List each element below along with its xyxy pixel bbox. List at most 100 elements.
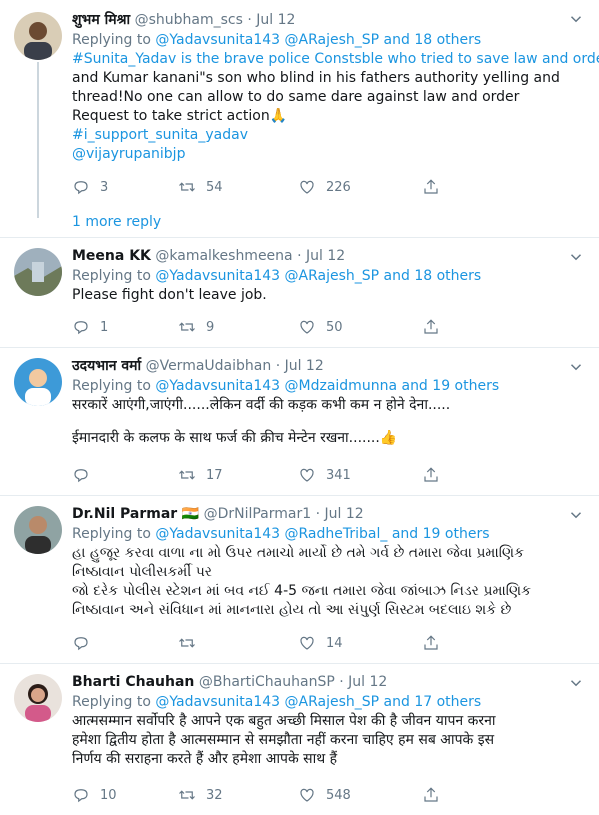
like-button[interactable]: 50: [298, 318, 343, 336]
mentioned-users[interactable]: @Yadavsunita143 @RadheTribal_: [155, 526, 387, 542]
tweet-text: હા હુજૂર કરવા વાળા ના મો ઉપર તમાચો માર્ય…: [72, 545, 532, 618]
retweet-button[interactable]: 17: [178, 466, 223, 484]
chevron-down-icon[interactable]: [567, 674, 585, 692]
mentioned-users[interactable]: @Yadavsunita143 @ARajesh_SP: [155, 32, 379, 48]
avatar[interactable]: [14, 506, 62, 554]
author-name[interactable]: शुभम मिश्रा: [72, 12, 130, 28]
tweet-date[interactable]: Jul 12: [285, 358, 324, 374]
tweet-text: #Sunita_Yadav is the brave police Consts…: [72, 51, 599, 164]
reply-icon: [74, 321, 88, 335]
thread-line: [37, 62, 39, 218]
india-flag-icon: 🇮🇳: [181, 506, 200, 522]
heart-icon: [300, 636, 314, 650]
author-handle[interactable]: @VermaUdaibhan: [146, 358, 272, 374]
avatar[interactable]: [14, 358, 62, 406]
like-count: 341: [326, 467, 351, 483]
chevron-down-icon[interactable]: [567, 248, 585, 266]
like-button[interactable]: 548: [298, 786, 351, 804]
share-button[interactable]: [422, 178, 440, 196]
like-button[interactable]: 14: [298, 634, 343, 652]
chevron-down-icon[interactable]: [567, 10, 585, 28]
others-link[interactable]: 18 others: [414, 32, 481, 48]
reply-button[interactable]: 3: [72, 178, 108, 196]
retweet-icon: [179, 470, 195, 480]
reply-button[interactable]: 10: [72, 786, 117, 804]
like-count: 548: [326, 787, 351, 803]
tweet[interactable]: Dr.Nil Parmar 🇮🇳 @DrNilParmar1 · Jul 12 …: [0, 496, 599, 664]
share-button[interactable]: [422, 786, 440, 804]
others-link[interactable]: 19 others: [423, 526, 490, 542]
author-name[interactable]: Bharti Chauhan: [72, 674, 194, 690]
reply-count: 3: [100, 179, 109, 195]
tweet-text: आत्मसम्मान सर्वोपरि है आपने एक बहुत अच्छ…: [72, 713, 496, 767]
like-button[interactable]: 226: [298, 178, 351, 196]
heart-icon: [300, 180, 314, 194]
share-icon: [424, 467, 438, 482]
author-handle[interactable]: @shubham_scs: [135, 12, 243, 28]
author-handle[interactable]: @BhartiChauhanSP: [199, 674, 335, 690]
author-handle[interactable]: @DrNilParmar1: [204, 506, 312, 522]
reply-icon: [74, 789, 88, 803]
tweet-date[interactable]: Jul 12: [256, 12, 295, 28]
tweet[interactable]: शुभम मिश्रा @shubham_scs · Jul 12 Replyi…: [0, 0, 599, 238]
tweet-text: सरकारें आएंगी,जाएंगी......लेकिन वर्दी की…: [72, 397, 451, 446]
like-count: 14: [326, 635, 343, 651]
tweet[interactable]: उदयभान वर्मा @VermaUdaibhan · Jul 12 Rep…: [0, 348, 599, 496]
retweet-icon: [179, 638, 195, 648]
chevron-down-icon[interactable]: [567, 358, 585, 376]
retweet-button[interactable]: [178, 634, 206, 652]
tweet-date[interactable]: Jul 12: [306, 248, 345, 264]
retweet-button[interactable]: 32: [178, 786, 223, 804]
author-handle[interactable]: @kamalkeshmeena: [155, 248, 292, 264]
author-name[interactable]: उदयभान वर्मा: [72, 358, 141, 374]
mention-link[interactable]: @vijayrupanibjp: [72, 145, 587, 164]
share-button[interactable]: [422, 318, 440, 336]
retweet-count: 32: [206, 787, 223, 803]
avatar[interactable]: [14, 674, 62, 722]
retweet-count: 54: [206, 179, 223, 195]
replying-to: Replying to @Yadavsunita143 @ARajesh_SP …: [72, 694, 482, 710]
others-link[interactable]: 18 others: [414, 268, 481, 284]
tweet-date[interactable]: Jul 12: [325, 506, 364, 522]
retweet-icon: [179, 322, 195, 332]
retweet-icon: [179, 182, 195, 192]
heart-icon: [300, 320, 314, 334]
author-name[interactable]: Meena KK: [72, 248, 151, 264]
avatar[interactable]: [14, 12, 62, 60]
more-replies-link[interactable]: 1 more reply: [72, 214, 161, 230]
reply-count: 10: [100, 787, 117, 803]
reply-button[interactable]: [72, 634, 100, 652]
like-count: 50: [326, 319, 343, 335]
mentioned-users[interactable]: @Yadavsunita143 @ARajesh_SP: [155, 694, 379, 710]
share-icon: [424, 635, 438, 650]
retweet-button[interactable]: 54: [178, 178, 223, 196]
retweet-button[interactable]: 9: [178, 318, 214, 336]
retweet-icon: [179, 790, 195, 800]
share-button[interactable]: [422, 634, 440, 652]
reply-icon: [74, 181, 88, 195]
reply-icon: [74, 469, 88, 483]
mentioned-users[interactable]: @Yadavsunita143 @ARajesh_SP: [155, 268, 379, 284]
others-link[interactable]: 17 others: [414, 694, 481, 710]
chevron-down-icon[interactable]: [567, 506, 585, 524]
share-button[interactable]: [422, 466, 440, 484]
tweet[interactable]: Bharti Chauhan @BhartiChauhanSP · Jul 12…: [0, 664, 599, 815]
share-icon: [424, 319, 438, 334]
tweet-date[interactable]: Jul 12: [348, 674, 387, 690]
others-link[interactable]: 19 others: [432, 378, 499, 394]
avatar[interactable]: [14, 248, 62, 296]
like-button[interactable]: 341: [298, 466, 351, 484]
replying-to: Replying to @Yadavsunita143 @Mdzaidmunna…: [72, 378, 500, 394]
author-name[interactable]: Dr.Nil Parmar: [72, 506, 177, 522]
mentioned-users[interactable]: @Yadavsunita143 @Mdzaidmunna: [155, 378, 397, 394]
replying-to: Replying to @Yadavsunita143 @ARajesh_SP …: [72, 268, 482, 284]
heart-icon: [300, 788, 314, 802]
like-count: 226: [326, 179, 351, 195]
hashtag-link[interactable]: #i_support_sunita_yadav: [72, 126, 587, 145]
reply-button[interactable]: [72, 466, 100, 484]
replying-to: Replying to @Yadavsunita143 @ARajesh_SP …: [72, 32, 482, 48]
tweet-text: Please fight don't leave job.: [72, 287, 267, 303]
reply-button[interactable]: 1: [72, 318, 108, 336]
reply-icon: [74, 637, 88, 651]
tweet[interactable]: Meena KK @kamalkeshmeena · Jul 12 Replyi…: [0, 238, 599, 348]
